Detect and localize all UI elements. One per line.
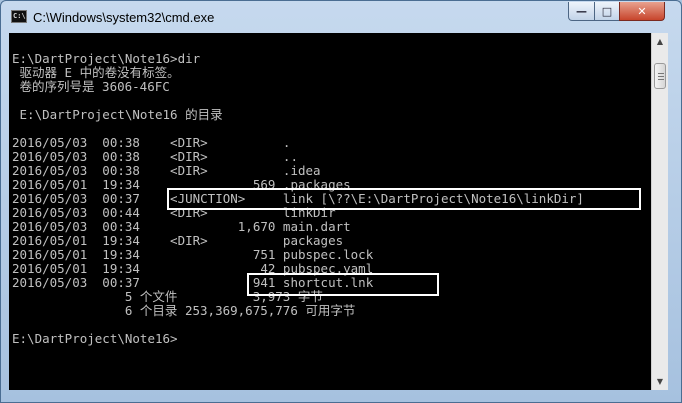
minimize-button[interactable]: — xyxy=(568,2,595,21)
console-output[interactable]: E:\DartProject\Note16>dir 驱动器 E 中的卷没有标签。… xyxy=(9,33,651,390)
cmd-icon: C:\ xyxy=(11,10,27,23)
vertical-scrollbar[interactable]: ▲ ▼ xyxy=(651,33,668,390)
window-title: C:\Windows\system32\cmd.exe xyxy=(33,10,215,25)
scroll-up-arrow-icon[interactable]: ▲ xyxy=(652,33,668,50)
console-line: 2016/05/01 19:34 <DIR> packages xyxy=(12,233,344,248)
console-line: 2016/05/01 19:34 751 pubspec.lock xyxy=(12,247,374,262)
junction-highlight-box xyxy=(167,188,641,210)
console-line: E:\DartProject\Note16 的目录 xyxy=(12,107,223,122)
scroll-down-arrow-icon[interactable]: ▼ xyxy=(652,373,668,390)
console-line: 2016/05/03 00:38 <DIR> .. xyxy=(12,149,298,164)
shortcut-highlight-box xyxy=(247,273,439,296)
scroll-thumb[interactable] xyxy=(654,63,666,89)
maximize-button[interactable]: □ xyxy=(594,2,620,21)
console-line: E:\DartProject\Note16>dir xyxy=(12,51,201,66)
console-line: 2016/05/03 00:38 <DIR> . xyxy=(12,135,291,150)
console-line: 驱动器 E 中的卷没有标签。 xyxy=(12,65,180,80)
console-line: 6 个目录 253,369,675,776 可用字节 xyxy=(12,303,356,318)
title-bar[interactable]: C:\ C:\Windows\system32\cmd.exe — □ ✕ xyxy=(1,1,681,33)
console-line: E:\DartProject\Note16> xyxy=(12,331,178,346)
console-line: 2016/05/03 00:34 1,670 main.dart xyxy=(12,219,351,234)
cmd-window: C:\ C:\Windows\system32\cmd.exe — □ ✕ E:… xyxy=(0,0,682,403)
console-line: 卷的序列号是 3606-46FC xyxy=(12,79,170,94)
console-line: 2016/05/03 00:38 <DIR> .idea xyxy=(12,163,321,178)
close-button[interactable]: ✕ xyxy=(619,2,665,21)
